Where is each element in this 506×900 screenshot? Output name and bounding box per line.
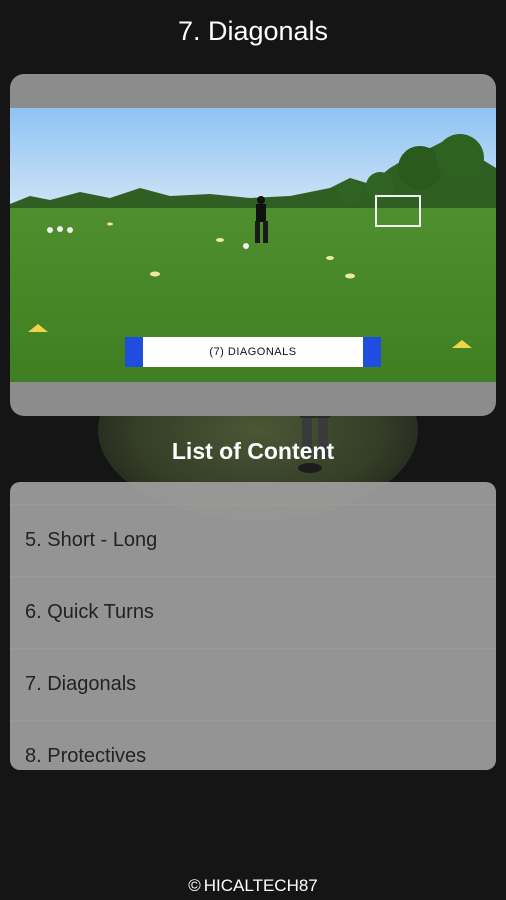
list-item-protectives[interactable]: 8. Protectives	[10, 720, 496, 770]
list-item-label: 6. Quick Turns	[25, 601, 154, 623]
list-item-label: 5. Short - Long	[25, 529, 158, 551]
section-heading: List of Content	[171, 438, 335, 464]
list-item-label: 7. Diagonals	[25, 673, 137, 695]
list-item-diagonals[interactable]: 7. Diagonals	[10, 648, 496, 720]
page-title: 7. Diagonals	[177, 16, 329, 46]
footer-text: HICALTECH87	[203, 876, 318, 895]
copyright-icon: ©	[188, 876, 201, 895]
footer-credit: © HICALTECH87	[0, 876, 506, 896]
video-frame[interactable]: (7) DIAGONALS	[10, 108, 496, 382]
content-list[interactable]: 5. Short - Long 6. Quick Turns 7. Diagon…	[10, 482, 496, 770]
list-item-short-long[interactable]: 5. Short - Long	[10, 504, 496, 576]
video-player[interactable]: (7) DIAGONALS	[10, 74, 496, 416]
list-item-label: 8. Protectives	[25, 745, 147, 767]
video-caption: (7) DIAGONALS	[125, 337, 381, 367]
list-item-quick-turns[interactable]: 6. Quick Turns	[10, 576, 496, 648]
